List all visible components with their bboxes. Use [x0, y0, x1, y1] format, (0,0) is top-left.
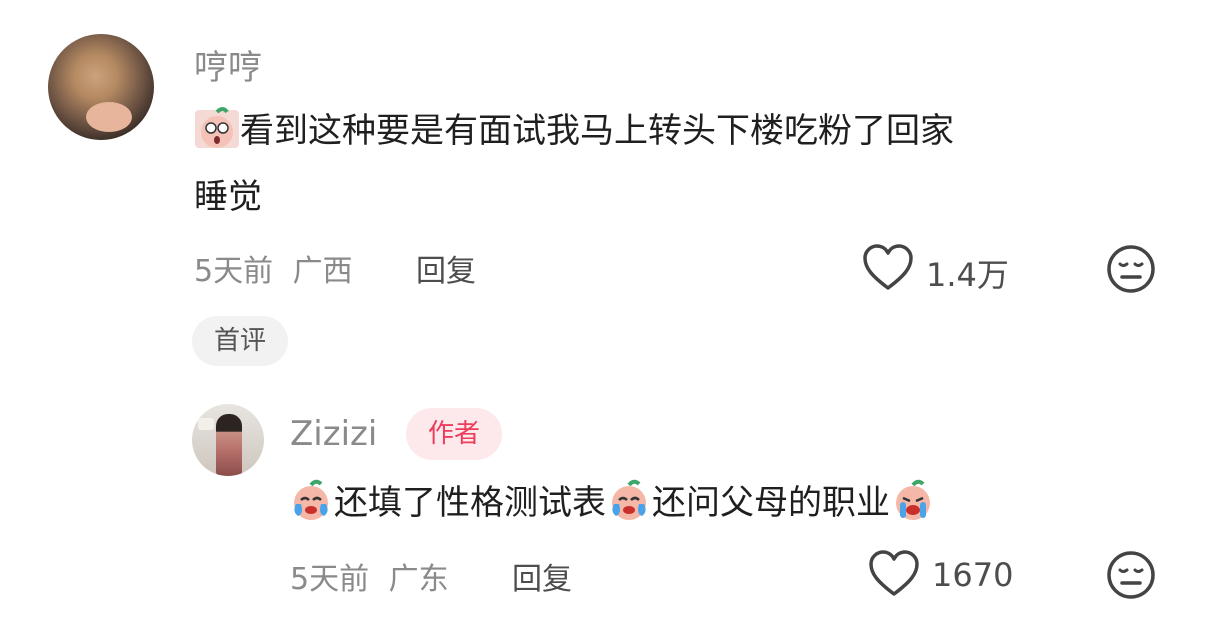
commenter-avatar[interactable] [48, 34, 154, 140]
comment-like-count: 1.4万 [926, 256, 1009, 294]
reply-like-count: 1670 [932, 556, 1014, 594]
reply-text-part2: 还问父母的职业 [652, 483, 890, 523]
crying-peach-icon [606, 476, 652, 522]
comment-text: 看到这种要是有面试我马上转头下楼吃粉了回家 睡觉 [194, 98, 1154, 230]
reply-text-part1: 还填了性格测试表 [334, 483, 606, 523]
meh-face-icon [1107, 551, 1155, 599]
comment-like-button[interactable] [862, 244, 914, 296]
reply-like-button[interactable] [868, 550, 920, 602]
heart-outline-icon [863, 244, 913, 290]
comment-text-line1: 看到这种要是有面试我马上转头下楼吃粉了回家 [240, 111, 954, 151]
shocked-sticker-icon [194, 104, 240, 150]
replier-avatar[interactable] [192, 404, 264, 476]
author-badge: 作者 [406, 408, 502, 460]
meh-face-icon [1107, 245, 1155, 293]
reply-meta: 5天前 广东 [290, 554, 449, 598]
comment-dislike-button[interactable] [1106, 244, 1156, 298]
reply-time: 5天前 [290, 562, 370, 597]
reply-text: 还填了性格测试表 还问父母的职业 [288, 470, 1168, 536]
comment-text-line2: 睡觉 [194, 177, 262, 217]
first-comment-badge: 首评 [192, 316, 288, 366]
reply-location: 广东 [388, 562, 449, 597]
sobbing-peach-icon [890, 476, 936, 522]
heart-outline-icon [869, 550, 919, 596]
comment-time: 5天前 [194, 254, 274, 289]
reply-reply-button[interactable]: 回复 [512, 554, 572, 598]
crying-peach-icon [288, 476, 334, 522]
replier-username[interactable]: Zizizi [290, 414, 377, 454]
comment-reply-button[interactable]: 回复 [416, 246, 476, 290]
reply-dislike-button[interactable] [1106, 550, 1156, 604]
commenter-username[interactable]: 哼哼 [194, 40, 262, 89]
comment-meta: 5天前 广西 [194, 246, 353, 290]
comment-location: 广西 [292, 254, 353, 289]
